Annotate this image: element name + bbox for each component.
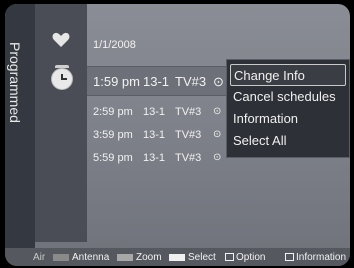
option-icon xyxy=(225,253,234,262)
footer-information[interactable]: Information xyxy=(285,252,346,263)
context-menu: Change Info Cancel schedules Information… xyxy=(226,59,350,158)
row-channel: 13-1 xyxy=(143,129,166,141)
row-clock-icon: ⊙ xyxy=(213,106,222,117)
clock-icon[interactable] xyxy=(51,65,73,90)
antenna-swatch-icon xyxy=(53,253,69,261)
footer-antenna-label: Antenna xyxy=(72,252,110,263)
row-clock-icon: ⊙ xyxy=(213,152,222,163)
footer-select-label: Select xyxy=(188,252,216,263)
schedule-date: 1/1/2008 xyxy=(93,39,136,51)
heart-icon[interactable] xyxy=(51,30,71,50)
icon-column xyxy=(35,4,87,242)
side-tab-label: Programmed xyxy=(7,42,23,123)
row-clock-icon: ⊙ xyxy=(213,74,224,89)
footer-bar: Air Antenna Zoom Select Option Informati… xyxy=(5,248,350,266)
row-time: 3:59 pm xyxy=(93,129,133,141)
row-channel: 13-1 xyxy=(143,152,166,164)
menu-item-change-info[interactable]: Change Info xyxy=(230,64,346,86)
row-tv: TV#3 xyxy=(175,106,202,118)
row-channel: 13-1 xyxy=(143,106,166,118)
footer-zoom[interactable]: Zoom xyxy=(117,252,162,263)
footer-zoom-label: Zoom xyxy=(136,252,162,263)
footer-air[interactable]: Air xyxy=(33,252,45,263)
row-channel: 13-1 xyxy=(143,74,170,89)
row-clock-icon: ⊙ xyxy=(213,129,222,140)
select-swatch-icon xyxy=(169,253,185,261)
row-tv: TV#3 xyxy=(175,74,207,89)
footer-option-label: Option xyxy=(236,252,266,263)
side-tab[interactable]: Programmed xyxy=(5,4,35,266)
footer-antenna[interactable]: Antenna xyxy=(53,252,109,263)
menu-item-information[interactable]: Information xyxy=(230,108,346,130)
row-time: 2:59 pm xyxy=(93,106,133,118)
zoom-swatch-icon xyxy=(117,253,133,261)
menu-item-select-all[interactable]: Select All xyxy=(230,130,346,152)
row-time: 1:59 pm xyxy=(93,74,140,89)
row-tv: TV#3 xyxy=(175,129,202,141)
information-icon xyxy=(285,253,294,262)
menu-item-cancel-schedules[interactable]: Cancel schedules xyxy=(230,86,346,108)
tv-screen: Programmed 1/1/2008 1:59 pm 13-1 TV#3 ⊙ … xyxy=(0,0,354,268)
footer-select[interactable]: Select xyxy=(169,252,216,263)
row-time: 5:59 pm xyxy=(93,152,133,164)
row-tv: TV#3 xyxy=(175,152,202,164)
footer-option[interactable]: Option xyxy=(225,252,265,263)
footer-information-label: Information xyxy=(296,252,347,263)
